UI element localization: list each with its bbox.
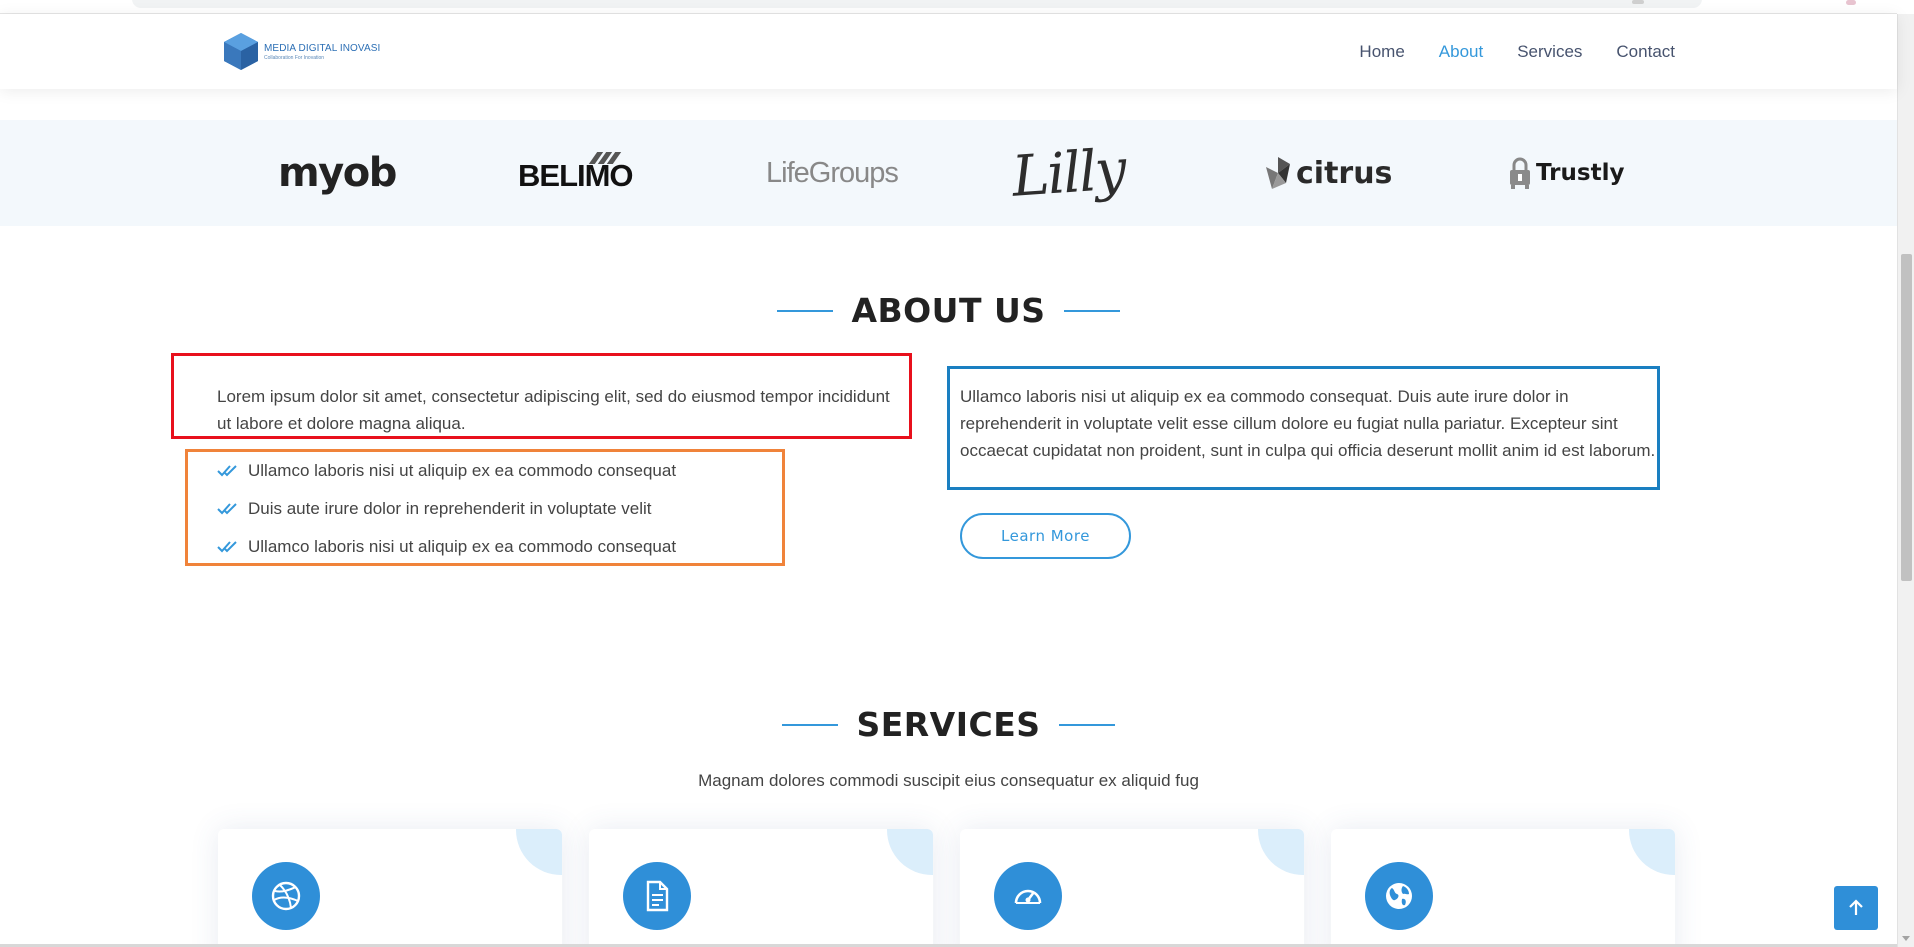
lock-icon: [1510, 157, 1530, 189]
services-heading: SERVICES: [0, 705, 1897, 744]
nav-services[interactable]: Services: [1517, 42, 1582, 62]
card-corner-decoration: [1629, 829, 1675, 875]
list-item-text: Ullamco laboris nisi ut aliquip ex ea co…: [248, 461, 677, 480]
cube-logo-icon: [224, 33, 258, 70]
profile-icon[interactable]: [1846, 0, 1856, 5]
double-check-icon: [217, 541, 237, 553]
main-nav: Home About Services Contact: [1359, 42, 1675, 62]
about-heading: ABOUT US: [0, 291, 1897, 330]
heading-line-right: [1058, 723, 1115, 726]
service-icon-circle: [994, 862, 1062, 930]
toolbar-icon[interactable]: [1632, 0, 1644, 4]
logo[interactable]: MEDIA DIGITAL INOVASI Collaboration For …: [222, 31, 380, 72]
page-scrollbar[interactable]: [1897, 14, 1914, 947]
dribbble-icon: [271, 881, 301, 911]
card-corner-decoration: [516, 829, 562, 875]
list-item-text: Ullamco laboris nisi ut aliquip ex ea co…: [248, 537, 677, 556]
citrus-wordmark: citrus: [1296, 155, 1393, 191]
arrow-up-icon: [1849, 899, 1863, 915]
service-icon-circle: [252, 862, 320, 930]
service-card[interactable]: [589, 829, 933, 947]
client-logo-lifegroups: LifeGroups: [766, 156, 899, 189]
back-to-top-button[interactable]: [1834, 886, 1878, 930]
nav-about[interactable]: About: [1439, 42, 1483, 62]
globe-icon: [1386, 883, 1412, 909]
trustly-wordmark: Trustly: [1536, 160, 1625, 186]
clients-strip: myob BELIMO LifeGroups Lilly citrus Trus…: [0, 120, 1897, 226]
list-item-text: Duis aute irure dolor in reprehenderit i…: [248, 499, 652, 518]
logo-subtitle: Collaboration For Inovation: [264, 54, 325, 61]
belimo-wordmark: BELIMO: [518, 158, 634, 193]
client-logo-belimo: BELIMO: [518, 120, 634, 226]
about-lead-text: Lorem ipsum dolor sit amet, consectetur …: [217, 387, 890, 433]
logo-title: MEDIA DIGITAL INOVASI: [264, 42, 381, 54]
double-check-icon: [217, 465, 237, 477]
browser-top-strip: [0, 0, 1897, 14]
about-title: ABOUT US: [851, 291, 1046, 330]
service-icon-circle: [1365, 862, 1433, 930]
heading-line-left: [782, 723, 839, 726]
service-card[interactable]: [960, 829, 1304, 947]
scroll-down-arrow-icon[interactable]: [1902, 936, 1910, 941]
citrus-mark-icon: [1266, 157, 1290, 189]
nav-contact[interactable]: Contact: [1616, 42, 1675, 62]
file-text-icon: [646, 880, 669, 912]
learn-more-button[interactable]: Learn More: [960, 513, 1131, 559]
services-subtitle: Magnam dolores commodi suscipit eius con…: [698, 771, 1199, 790]
card-corner-decoration: [1258, 829, 1304, 875]
heading-line-right: [1063, 309, 1120, 312]
client-logo-myob: myob: [278, 150, 397, 196]
client-logo-trustly: Trustly: [1508, 120, 1624, 226]
client-logo-lilly: Lilly: [1009, 136, 1127, 210]
list-item: Ullamco laboris nisi ut aliquip ex ea co…: [217, 452, 676, 490]
nav-home[interactable]: Home: [1359, 42, 1404, 62]
about-checklist: Ullamco laboris nisi ut aliquip ex ea co…: [217, 452, 676, 566]
address-bar[interactable]: [132, 0, 1702, 8]
card-corner-decoration: [887, 829, 933, 875]
services-title: SERVICES: [856, 705, 1041, 744]
speedometer-icon: [1014, 889, 1042, 904]
client-logo-citrus: citrus: [1264, 120, 1392, 226]
heading-line-left: [777, 309, 834, 312]
about-right-text: Ullamco laboris nisi ut aliquip ex ea co…: [960, 387, 1656, 460]
list-item: Ullamco laboris nisi ut aliquip ex ea co…: [217, 528, 676, 566]
scrollbar-thumb[interactable]: [1901, 254, 1912, 581]
service-card[interactable]: [1331, 829, 1675, 947]
service-card[interactable]: [218, 829, 562, 947]
site-header: MEDIA DIGITAL INOVASI Collaboration For …: [0, 14, 1897, 89]
list-item: Duis aute irure dolor in reprehenderit i…: [217, 490, 676, 528]
double-check-icon: [217, 503, 237, 515]
service-icon-circle: [623, 862, 691, 930]
